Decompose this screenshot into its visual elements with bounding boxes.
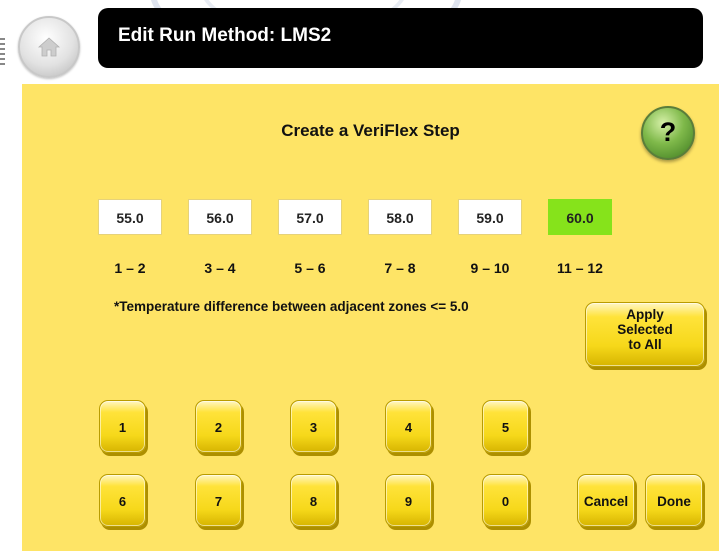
done-button[interactable]: Done <box>645 474 703 527</box>
key-9[interactable]: 9 <box>385 474 432 527</box>
zone-label: 5 – 6 <box>294 260 326 276</box>
zone-label: 9 – 10 <box>470 260 510 276</box>
key-0[interactable]: 0 <box>482 474 529 527</box>
key-3[interactable]: 3 <box>290 400 337 453</box>
home-icon <box>37 37 61 57</box>
veriflex-step-panel: Create a VeriFlex Step ? 55.0 56.0 57.0 … <box>22 84 719 551</box>
apply-label-line2: Selected <box>617 322 673 337</box>
zone-label: 7 – 8 <box>384 260 416 276</box>
home-button[interactable] <box>18 16 80 78</box>
key-7[interactable]: 7 <box>195 474 242 527</box>
help-button[interactable]: ? <box>641 106 695 160</box>
panel-title: Create a VeriFlex Step <box>281 121 460 140</box>
edge-mark <box>0 38 5 68</box>
help-icon: ? <box>659 117 677 147</box>
key-5[interactable]: 5 <box>482 400 529 453</box>
apply-selected-to-all-button[interactable]: Apply Selected to All <box>585 302 705 367</box>
zone-temp-1-2[interactable]: 55.0 <box>98 199 162 235</box>
zone-label: 1 – 2 <box>114 260 146 276</box>
title-bar: Edit Run Method: LMS2 <box>98 8 703 68</box>
page-title: Edit Run Method: LMS2 <box>118 25 332 46</box>
key-2[interactable]: 2 <box>195 400 242 453</box>
apply-label-line3: to All <box>628 337 662 352</box>
zone-temp-9-10[interactable]: 59.0 <box>458 199 522 235</box>
cancel-button[interactable]: Cancel <box>577 474 635 527</box>
zone-temp-11-12[interactable]: 60.0 <box>548 199 612 235</box>
zone-temp-7-8[interactable]: 58.0 <box>368 199 432 235</box>
key-1[interactable]: 1 <box>99 400 146 453</box>
key-4[interactable]: 4 <box>385 400 432 453</box>
zone-label: 3 – 4 <box>204 260 236 276</box>
zone-temp-3-4[interactable]: 56.0 <box>188 199 252 235</box>
apply-label-line1: Apply <box>626 307 664 322</box>
temperature-note: *Temperature difference between adjacent… <box>114 299 469 314</box>
zone-temp-5-6[interactable]: 57.0 <box>278 199 342 235</box>
zone-label: 11 – 12 <box>557 260 603 276</box>
key-6[interactable]: 6 <box>99 474 146 527</box>
key-8[interactable]: 8 <box>290 474 337 527</box>
